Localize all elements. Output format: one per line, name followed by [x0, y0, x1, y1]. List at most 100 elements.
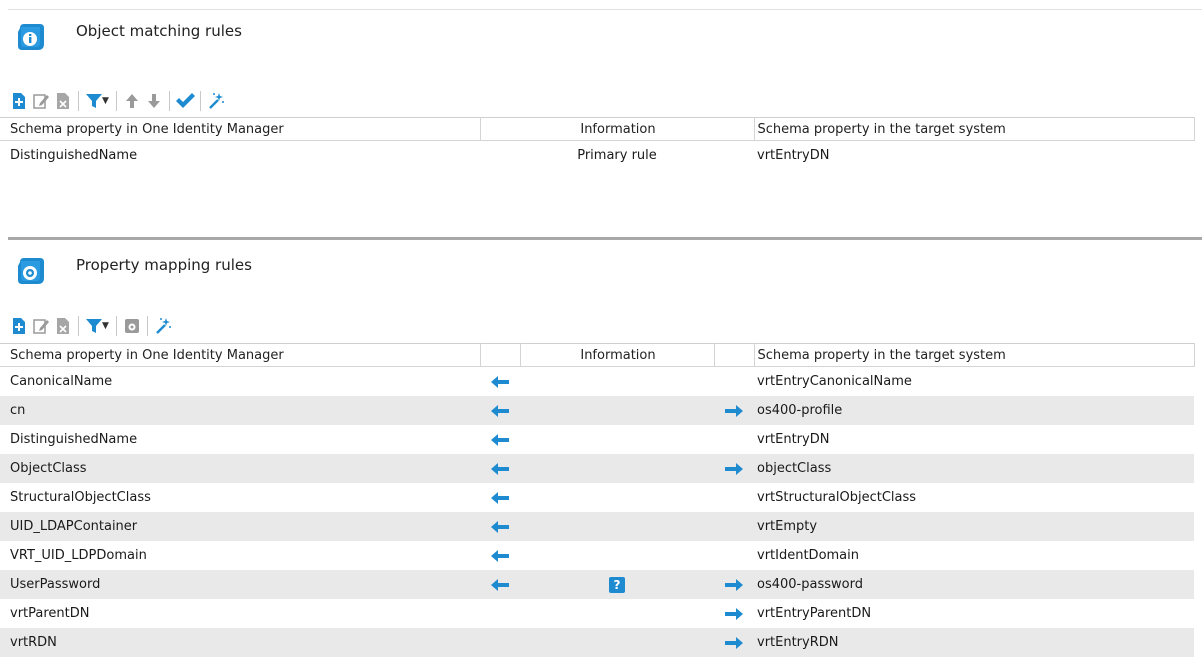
info-cell — [520, 628, 714, 657]
mapping-rows: CanonicalName vrtEntryCanonicalNamecnos40… — [0, 367, 1194, 657]
chevron-down-icon[interactable]: ▼ — [102, 96, 109, 106]
direction-arrow-cell — [480, 570, 520, 599]
info-cell — [520, 454, 714, 483]
direction-arrow-cell — [480, 483, 520, 512]
property-mapping-title: Property mapping rules — [76, 256, 252, 274]
arrow-left-icon — [490, 490, 510, 505]
move-down-button[interactable] — [143, 90, 165, 112]
scroll-gear-icon — [123, 317, 141, 335]
new-document-icon — [11, 92, 27, 110]
table-cell: CanonicalName — [0, 367, 480, 397]
edit-icon — [32, 317, 50, 335]
chevron-down-icon[interactable]: ▼ — [102, 321, 109, 331]
direction-arrow-cell — [480, 396, 520, 425]
table-cell: VRT_UID_LDPDomain — [0, 541, 480, 570]
table-row[interactable]: DistinguishedName Primary rule vrtEntryD… — [0, 141, 1194, 171]
edit-icon — [32, 92, 50, 110]
toolbar-separator — [200, 91, 201, 111]
table-row[interactable]: StructuralObjectClass vrtStructuralObject… — [0, 483, 1194, 512]
delete-button[interactable] — [52, 90, 74, 112]
info-cell — [520, 425, 714, 454]
info-cell — [520, 367, 714, 397]
scroll-info-icon — [14, 22, 46, 54]
toolbar-separator — [78, 91, 79, 111]
checkmark-icon — [175, 92, 195, 110]
delete-button[interactable] — [52, 315, 74, 337]
table-row[interactable]: UserPassword?os400-password — [0, 570, 1194, 599]
magic-wand-icon — [207, 92, 225, 110]
edit-button[interactable] — [30, 90, 52, 112]
help-icon[interactable]: ? — [609, 577, 625, 593]
table-row[interactable]: DistinguishedName vrtEntryDN — [0, 425, 1194, 454]
wizard-button[interactable] — [205, 90, 227, 112]
direction-arrow-cell — [714, 541, 754, 570]
table-cell: UID_LDAPContainer — [0, 512, 480, 541]
table-cell: Primary rule — [480, 141, 754, 171]
column-header[interactable]: Schema property in One Identity Manager — [0, 344, 480, 367]
table-cell: DistinguishedName — [0, 141, 480, 171]
arrow-left-icon — [490, 548, 510, 563]
table-cell: vrtParentDN — [0, 599, 480, 628]
column-header[interactable] — [714, 344, 754, 367]
column-header[interactable]: Schema property in the target system — [754, 118, 1194, 141]
direction-arrow-cell — [480, 599, 520, 628]
panel-separator — [8, 237, 1202, 240]
direction-arrow-cell — [480, 512, 520, 541]
add-button[interactable] — [8, 315, 30, 337]
arrow-left-icon — [490, 403, 510, 418]
delete-document-icon — [55, 317, 71, 335]
arrow-left-icon — [490, 432, 510, 447]
add-button[interactable] — [8, 90, 30, 112]
direction-arrow-cell — [714, 570, 754, 599]
table-cell: UserPassword — [0, 570, 480, 599]
table-header-row: Schema property in One Identity Manager … — [0, 118, 1194, 141]
direction-arrow-cell — [480, 367, 520, 397]
new-document-icon — [11, 317, 27, 335]
table-cell: ObjectClass — [0, 454, 480, 483]
table-row[interactable]: cnos400-profile — [0, 396, 1194, 425]
column-header[interactable]: Information — [520, 344, 714, 367]
table-row[interactable]: VRT_UID_LDPDomain vrtIdentDomain — [0, 541, 1194, 570]
table-cell: vrtEntryCanonicalName — [754, 367, 1194, 397]
column-header[interactable]: Schema property in the target system — [754, 344, 1194, 367]
table-row[interactable]: CanonicalName vrtEntryCanonicalName — [0, 367, 1194, 397]
toolbar-separator — [116, 91, 117, 111]
magic-wand-icon — [154, 317, 172, 335]
table-cell: DistinguishedName — [0, 425, 480, 454]
move-up-button[interactable] — [121, 90, 143, 112]
column-header[interactable]: Information — [480, 118, 754, 141]
property-mapping-header: Property mapping rules — [8, 244, 1202, 294]
table-cell: cn — [0, 396, 480, 425]
table-cell: vrtIdentDomain — [754, 541, 1194, 570]
object-matching-title: Object matching rules — [76, 22, 242, 40]
apply-button[interactable] — [174, 90, 196, 112]
toolbar-separator — [78, 316, 79, 336]
edit-button[interactable] — [30, 315, 52, 337]
toolbar-separator — [169, 91, 170, 111]
direction-arrow-cell — [714, 396, 754, 425]
table-row[interactable]: UID_LDAPContainervrtEmpty — [0, 512, 1194, 541]
table-cell: StructuralObjectClass — [0, 483, 480, 512]
table-cell: vrtStructuralObjectClass — [754, 483, 1194, 512]
object-matching-panel: Object matching rules — [8, 10, 1202, 60]
table-cell: vrtRDN — [0, 628, 480, 657]
arrow-right-icon — [724, 635, 744, 650]
info-cell — [520, 599, 714, 628]
column-header[interactable] — [480, 344, 520, 367]
arrow-left-icon — [490, 374, 510, 389]
scroll-gear-icon — [14, 256, 46, 288]
table-row[interactable]: ObjectClassobjectClass — [0, 454, 1194, 483]
filter-icon — [85, 92, 103, 110]
filter-icon — [85, 317, 103, 335]
arrow-right-icon — [724, 577, 744, 592]
mapping-button[interactable] — [121, 315, 143, 337]
direction-arrow-cell — [480, 425, 520, 454]
direction-arrow-cell — [714, 425, 754, 454]
column-header[interactable]: Schema property in One Identity Manager — [0, 118, 480, 141]
table-row[interactable]: vrtParentDNvrtEntryParentDN — [0, 599, 1194, 628]
direction-arrow-cell — [480, 541, 520, 570]
info-cell — [520, 512, 714, 541]
table-cell: vrtEntryDN — [754, 425, 1194, 454]
table-row[interactable]: vrtRDNvrtEntryRDN — [0, 628, 1194, 657]
wizard-button[interactable] — [152, 315, 174, 337]
